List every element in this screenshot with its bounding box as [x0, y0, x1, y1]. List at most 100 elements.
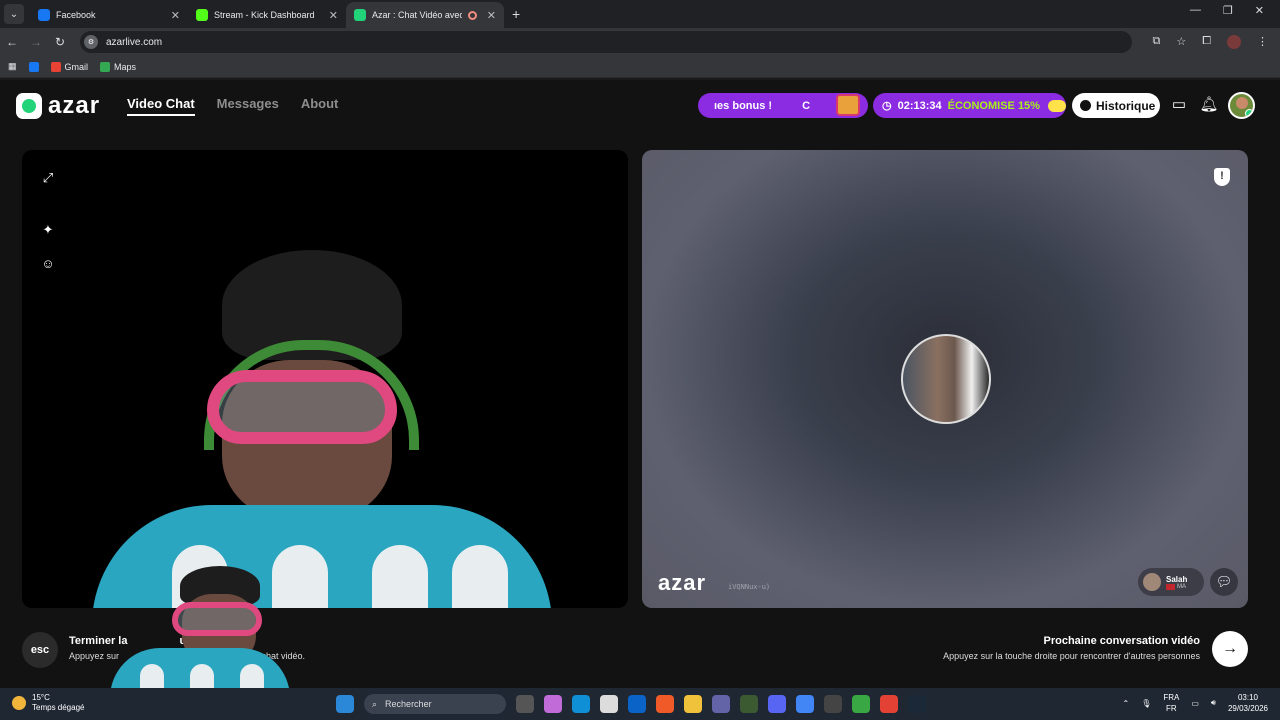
- browser-toolbar: ← → ↻ ⚙ azarlive.com ⧉ ☆ ⧠ ⋮: [0, 28, 1280, 56]
- shop-icon[interactable]: ▭: [1169, 95, 1189, 115]
- logo-text: azar: [48, 92, 101, 119]
- next-arrow-button[interactable]: →: [1212, 631, 1248, 667]
- microphone-icon[interactable]: 🎙︎: [1141, 699, 1151, 708]
- window-controls: — ❐ ✕: [1190, 4, 1280, 17]
- restore-icon[interactable]: ❐: [1223, 4, 1233, 17]
- main-nav: Video Chat Messages About: [127, 96, 338, 116]
- speaker-icon[interactable]: 🔊︎: [1211, 698, 1216, 708]
- bookmark-gmail[interactable]: Gmail: [50, 61, 89, 72]
- menu-icon[interactable]: ⋮: [1257, 35, 1268, 49]
- user-avatar[interactable]: [1228, 92, 1255, 119]
- nav-about[interactable]: About: [301, 96, 339, 116]
- magic-wand-icon[interactable]: ✦: [40, 222, 56, 238]
- edge-icon[interactable]: [572, 695, 590, 713]
- bell-icon[interactable]: 🔔︎: [1199, 95, 1219, 115]
- reload-icon[interactable]: ↻: [48, 35, 72, 49]
- maps-icon: [100, 61, 111, 72]
- treasure-chest-icon: [836, 94, 860, 116]
- streamer-webcam-overlay: [100, 564, 300, 688]
- brave-icon[interactable]: [656, 695, 674, 713]
- task-view-icon[interactable]: [516, 695, 534, 713]
- history-button[interactable]: Historique: [1072, 93, 1160, 118]
- display-icon[interactable]: ▭: [1191, 699, 1199, 708]
- gmail-icon: [50, 61, 61, 72]
- close-tab-icon[interactable]: ✕: [171, 9, 180, 22]
- game-app-icon[interactable]: [740, 695, 758, 713]
- address-bar[interactable]: ⚙ azarlive.com: [80, 31, 1132, 53]
- peer-badge[interactable]: Salah MA: [1138, 568, 1204, 596]
- site-info-icon[interactable]: ⚙: [84, 35, 98, 49]
- close-tab-icon[interactable]: ✕: [487, 9, 496, 22]
- diving-mask-filter: [207, 370, 397, 444]
- azar-watermark: azar: [658, 570, 707, 595]
- weather-condition: Temps dégagé: [32, 703, 85, 712]
- language-indicator[interactable]: FRA FR: [1163, 692, 1179, 714]
- chrome-profile-icon[interactable]: [880, 695, 898, 713]
- install-app-icon[interactable]: ⧉: [1152, 35, 1160, 49]
- store-icon[interactable]: [600, 695, 618, 713]
- chrome-icon[interactable]: [796, 695, 814, 713]
- peer-avatar: [1143, 573, 1161, 591]
- azar-page: azar Video Chat Messages About ıes bonus…: [0, 80, 1280, 688]
- steam-icon[interactable]: [908, 695, 926, 713]
- coin-icon: [1047, 99, 1066, 112]
- azar-logo[interactable]: azar: [16, 92, 100, 120]
- discount-timer-banner[interactable]: ◷ 02:13:34 ÉCONOMISE 15%: [873, 93, 1066, 118]
- next-chat-hint: Appuyez sur la touche droite pour rencon…: [943, 651, 1200, 661]
- morocco-flag-icon: [1166, 583, 1175, 590]
- obs-icon[interactable]: [824, 695, 842, 713]
- play-app-icon[interactable]: [852, 695, 870, 713]
- profile-icon[interactable]: [1227, 35, 1241, 49]
- outlook-icon[interactable]: [628, 695, 646, 713]
- extensions-icon[interactable]: ⧠: [1202, 35, 1211, 49]
- minimize-icon[interactable]: —: [1190, 4, 1201, 17]
- tab-title: Facebook: [56, 10, 96, 20]
- bonus-text-tail: C: [802, 99, 811, 112]
- moon-icon: [12, 696, 26, 710]
- tab-title: Stream - Kick Dashboard: [214, 10, 315, 20]
- next-chat-title: Prochaine conversation vidéo: [1043, 635, 1201, 647]
- azar-icon: [354, 9, 366, 21]
- windows-start-icon[interactable]: [336, 695, 354, 713]
- nav-video-chat[interactable]: Video Chat: [127, 96, 195, 116]
- report-shield-icon[interactable]: !: [1214, 168, 1230, 186]
- discount-label: ÉCONOMISE 15%: [947, 99, 1040, 112]
- new-tab-button[interactable]: +: [512, 6, 520, 22]
- clock-icon: ◷: [882, 100, 892, 112]
- bookmarks-bar: ▦ Gmail Maps: [0, 56, 1280, 78]
- nav-messages[interactable]: Messages: [217, 96, 279, 116]
- clock[interactable]: 03:10 29/03/2026: [1228, 692, 1268, 714]
- bookmark-maps[interactable]: Maps: [100, 61, 136, 72]
- forward-icon[interactable]: →: [24, 35, 48, 49]
- taskbar-apps: ⌕ Rechercher: [336, 694, 926, 714]
- face-filter-icon[interactable]: ☺: [40, 256, 56, 272]
- discord-icon[interactable]: [768, 695, 786, 713]
- bookmark-facebook[interactable]: [28, 61, 39, 72]
- tab-kick[interactable]: Stream - Kick Dashboard ✕: [188, 2, 346, 28]
- close-tab-icon[interactable]: ✕: [329, 9, 338, 22]
- file-explorer-icon[interactable]: [684, 695, 702, 713]
- bonus-banner[interactable]: ıes bonus ! C: [698, 93, 868, 118]
- system-tray: ⌃ 🎙︎ FRA FR ▭ 🔊︎ 03:10 29/03/2026: [1122, 692, 1268, 714]
- bonus-text: ıes bonus !: [714, 99, 773, 112]
- peer-name: Salah: [1166, 574, 1188, 584]
- countdown-timer: 02:13:34: [897, 99, 942, 112]
- teams-icon[interactable]: [712, 695, 730, 713]
- esc-key-button[interactable]: esc: [22, 632, 58, 668]
- copilot-icon[interactable]: [544, 695, 562, 713]
- chevron-up-icon[interactable]: ⌃: [1122, 699, 1129, 708]
- back-icon[interactable]: ←: [0, 35, 24, 49]
- apps-grid-icon[interactable]: ▦: [8, 61, 17, 72]
- tab-facebook[interactable]: Facebook ✕: [30, 2, 188, 28]
- taskbar-search[interactable]: ⌕ Rechercher: [364, 694, 506, 714]
- bookmark-star-icon[interactable]: ☆: [1176, 35, 1186, 49]
- toolbar-actions: ⧉ ☆ ⧠ ⋮: [1152, 35, 1280, 49]
- close-window-icon[interactable]: ✕: [1255, 4, 1264, 17]
- tab-azar[interactable]: Azar : Chat Vidéo avec de n ✕: [346, 2, 504, 28]
- temperature: 15°C: [32, 693, 50, 702]
- bookmark-label: Gmail: [64, 61, 89, 72]
- tab-search-button[interactable]: ⌄: [4, 4, 24, 24]
- expand-icon[interactable]: ⤢: [40, 170, 56, 186]
- chat-bubble-icon[interactable]: 💬︎: [1210, 568, 1238, 596]
- weather-widget[interactable]: 15°C Temps dégagé: [12, 693, 84, 713]
